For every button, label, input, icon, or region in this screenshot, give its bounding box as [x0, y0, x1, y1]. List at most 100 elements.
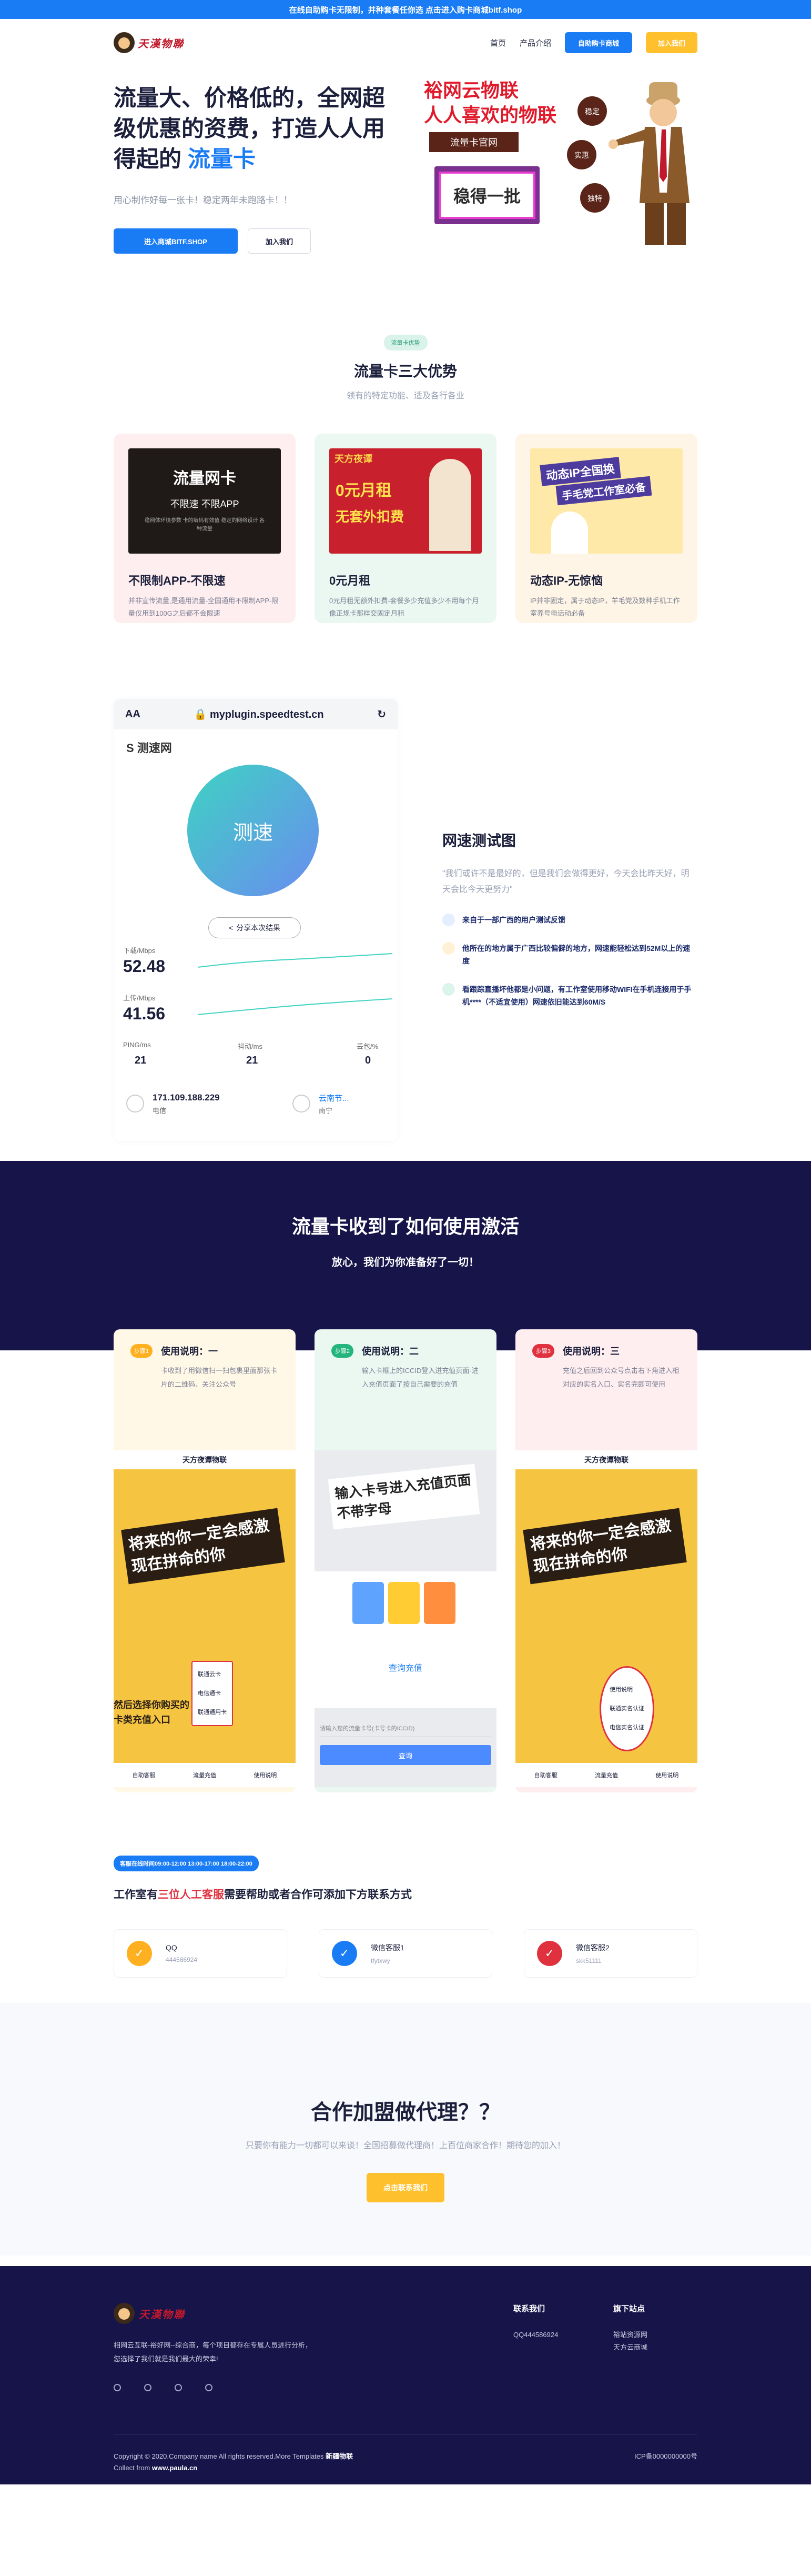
howto-steps: 步骤1 使用说明：一卡收到了用微信扫一扫包裹里面那张卡片的二维码、关注公众号 天方…	[0, 1329, 811, 1792]
social-icon[interactable]	[144, 2384, 151, 2391]
step-desc: 充值之后回到公众号点击右下角进入相对应的实名入口、实名完即可使用	[563, 1367, 680, 1388]
location-icon	[126, 1095, 144, 1112]
advantage-desc: 并非宣传流量,是通用流量-全国通用不限制APP-限量仅用到100G之后都不会限速	[128, 597, 279, 617]
info-icon	[442, 942, 455, 955]
site-footer: 天漢物聯 相网云互联-裕好网--综合商，每个项目都存在专属人员进行分析，您选择了…	[0, 2266, 811, 2484]
announcement-bar[interactable]: 在线自助购卡无限制，并种套餐任你选 点击进入购卡商城bitf.shop	[0, 0, 811, 19]
art-line2: 人人喜欢的物联	[424, 104, 556, 126]
advantage-card: 动态IP全国换 手毛党工作室必备 动态IP-无惊恼 IP并非固定，属于动态IP，…	[515, 434, 697, 623]
svg-text:稳定: 稳定	[585, 107, 600, 116]
contact-text: 工作室有三位人工客服需要帮助或者合作可添加下方联系方式	[114, 1889, 412, 1901]
footer-logo[interactable]: 天漢物聯	[114, 2303, 185, 2324]
footer-contact-col: 联系我们 QQ444586924	[513, 2304, 559, 2339]
howto-header: 流量卡收到了如何使用激活 放心，我们为你准备好了一切！	[0, 1161, 811, 1350]
shop-button[interactable]: 自助购卡商城	[565, 32, 632, 53]
feature-item: 看跟踪直播坏他都是小问题，有工作室使用移动WIFI在手机连接用于手机****（不…	[442, 983, 695, 1008]
upload-value: 41.56	[123, 1004, 166, 1023]
speedtest-title: 网速测试图	[442, 833, 516, 849]
footer-sites-col: 旗下站点 裕站资源网 天方云商城	[613, 2304, 648, 2351]
step-desc: 输入卡框上的ICCID登入进充值页面-进入充值页面了按自己需要的充值	[362, 1367, 479, 1388]
logo-mascot-icon	[114, 2303, 135, 2324]
social-icon[interactable]	[114, 2384, 121, 2391]
advantages-subtitle: 领有的特定功能、适及各行各业	[346, 392, 464, 400]
step-badge: 步骤3	[532, 1344, 554, 1358]
old-man-figure	[609, 82, 690, 245]
footer-desc: 相网云互联-裕好网--综合商，每个项目都存在专属人员进行分析，您选择了我们就是我…	[114, 2341, 312, 2363]
advantages-pill: 流量卡优势	[383, 335, 428, 350]
hero-section: 流量大、价格低的，全网超级优惠的资费，打造人人用得起的 流量卡 用心制作好每一张…	[0, 66, 811, 277]
howto-title: 流量卡收到了如何使用激活	[291, 1216, 519, 1237]
speed-graph	[198, 953, 392, 1015]
join-section: 合作加盟做代理？？ 只要你有能力一切都可以来谈！全国招募做代理商！上百位商家合作…	[0, 2003, 811, 2256]
advantage-title: 不限制APP-不限速	[128, 574, 226, 587]
reload-icon[interactable]: ↻	[377, 708, 386, 721]
speedtest-screenshot: AA 🔒 myplugin.speedtest.cn ↻ S 测速网 测速 < …	[114, 699, 398, 1141]
step-title: 使用说明：一	[161, 1346, 218, 1357]
speedtest-quote: "我们或许不是最好的，但是我们会做得更好，今天会比昨天好，明天会比今天更努力"	[442, 869, 690, 894]
advantage-desc: IP并非固定，属于动态IP，羊毛党及数种手机工作室养号电话动必备	[530, 597, 680, 617]
text-size-control[interactable]: AA	[125, 708, 140, 720]
art-line1: 裕网云物联	[424, 79, 519, 101]
step-badge: 步骤1	[130, 1344, 153, 1358]
speedtest-section: AA 🔒 myplugin.speedtest.cn ↻ S 测速网 测速 < …	[0, 687, 811, 1161]
enter-shop-button[interactable]: 进入商城BITF.SHOP	[114, 228, 238, 254]
share-result-button[interactable]: < 分享本次结果	[208, 917, 301, 938]
contact-section: 客服在线时间09:00-12:00 13:00-17:00 18:00-22:0…	[0, 1782, 811, 1978]
logo-text: 天漢物聯	[138, 37, 184, 50]
nav-home[interactable]: 首页	[490, 37, 506, 48]
logo-mascot-icon	[114, 32, 135, 53]
main-nav: 首页 产品介绍 自助购卡商城 加入我们	[490, 32, 697, 53]
check-icon: ✓	[127, 1941, 152, 1966]
advantages-section: 流量卡优势 流量卡三大优势 领有的特定功能、适及各行各业 流量网卡 不限速 不限…	[0, 277, 811, 687]
step-screenshot: 天方夜谭物联 将来的你一定会感激现在拼命的你 使用说明 联通实名认证 电信实名认证 …	[515, 1450, 697, 1787]
nav-products[interactable]: 产品介绍	[520, 37, 551, 48]
feature-item: 他所在的地方属于广西比较偏僻的地方，网速能轻松达到52M以上的速度	[442, 942, 695, 967]
speedtest-start-button[interactable]: 测速	[187, 765, 319, 896]
social-icon[interactable]	[175, 2384, 182, 2391]
contact-card-qq[interactable]: ✓ QQ 444586924	[114, 1929, 287, 1978]
art-badge: 流量卡官网	[450, 137, 498, 148]
icp-link[interactable]: ICP备0000000000号	[634, 2451, 697, 2462]
speedtest-description: 网速测试图 "我们或许不是最好的，但是我们会做得更好，今天会比昨天好，明天会比今…	[442, 829, 695, 1008]
upload-label: 上传/Mbps	[123, 994, 156, 1002]
contact-card-wechat2[interactable]: ✓ 微信客服2 skk51111	[524, 1929, 697, 1978]
speedtest-brand: S 测速网	[126, 741, 172, 755]
contact-card-wechat1[interactable]: ✓ 微信客服1 tfytxwy	[319, 1929, 492, 1978]
join-title: 合作加盟做代理？？	[311, 2101, 500, 2124]
advantage-image: 天方夜谭 0元月租 无套外扣费	[329, 448, 482, 554]
info-icon	[442, 983, 455, 996]
join-button[interactable]: 加入我们	[646, 32, 697, 53]
advantage-image: 流量网卡 不限速 不限APP 稳网体环境参数 卡的编码有效值 稳定的网络设计 各…	[128, 448, 281, 554]
check-icon: ✓	[537, 1941, 562, 1966]
node-selector[interactable]: 云南节...	[319, 1092, 349, 1104]
social-links	[114, 2384, 212, 2391]
step-card: 步骤3 使用说明：三 充值之后回到公众号点击右下角进入相对应的实名入口、实名完即可使…	[515, 1329, 697, 1792]
join-subtitle: 只要你有能力一切都可以来谈！全国招募做代理商！上百位商家合作！期待您的加入！	[245, 2141, 565, 2150]
step-card: 步骤2 使用说明：二 输入卡框上的ICCID登入进充值页面-进入充值页面了按自己需要…	[315, 1329, 496, 1792]
server-icon	[292, 1095, 310, 1112]
download-value: 52.48	[123, 957, 166, 976]
howto-subtitle: 放心，我们为你准备好了一切！	[332, 1257, 479, 1268]
url-bar[interactable]: 🔒 myplugin.speedtest.cn	[153, 708, 364, 721]
footer-bottom: Copyright © 2020.Company name All rights…	[114, 2434, 697, 2474]
art-stamp: 稳得一批	[453, 187, 521, 206]
announcement-text[interactable]: 在线自助购卡无限制，并种套餐任你选 点击进入购卡商城bitf.shop	[289, 4, 522, 15]
feature-item: 来自于一部广西的用户测试反馈	[442, 914, 695, 926]
hero-illustration: 裕网云物联 人人喜欢的物联 流量卡官网 稳得一批 稳定 实惠 独特	[424, 79, 690, 245]
advantage-title: 动态IP-无惊恼	[530, 574, 603, 587]
advantage-card: 流量网卡 不限速 不限APP 稳网体环境参数 卡的编码有效值 稳定的网络设计 各…	[114, 434, 296, 623]
svg-text:独特: 独特	[587, 194, 602, 203]
contact-us-button[interactable]: 点击联系我们	[367, 2173, 444, 2202]
advantages-title: 流量卡三大优势	[353, 363, 457, 379]
site-logo[interactable]: 天漢物聯	[114, 32, 184, 53]
service-hours-tag: 客服在线时间09:00-12:00 13:00-17:00 18:00-22:0…	[114, 1856, 259, 1871]
info-icon	[442, 914, 455, 926]
social-icon[interactable]	[205, 2384, 212, 2391]
check-icon: ✓	[332, 1941, 357, 1966]
step-desc: 卡收到了用微信扫一扫包裹里面那张卡片的二维码、关注公众号	[161, 1367, 278, 1388]
hero-subtitle: 用心制作好每一张卡！稳定两年未跑路卡！！	[114, 195, 292, 205]
advantage-image: 动态IP全国换 手毛党工作室必备	[530, 448, 683, 554]
hero-join-button[interactable]: 加入我们	[248, 228, 311, 254]
step-screenshot: 天方夜谭物联 将来的你一定会感激现在拼命的你 然后选择你购买的卡类充值入口 联通…	[114, 1450, 296, 1787]
site-header: 天漢物聯 首页 产品介绍 自助购卡商城 加入我们	[0, 19, 811, 66]
